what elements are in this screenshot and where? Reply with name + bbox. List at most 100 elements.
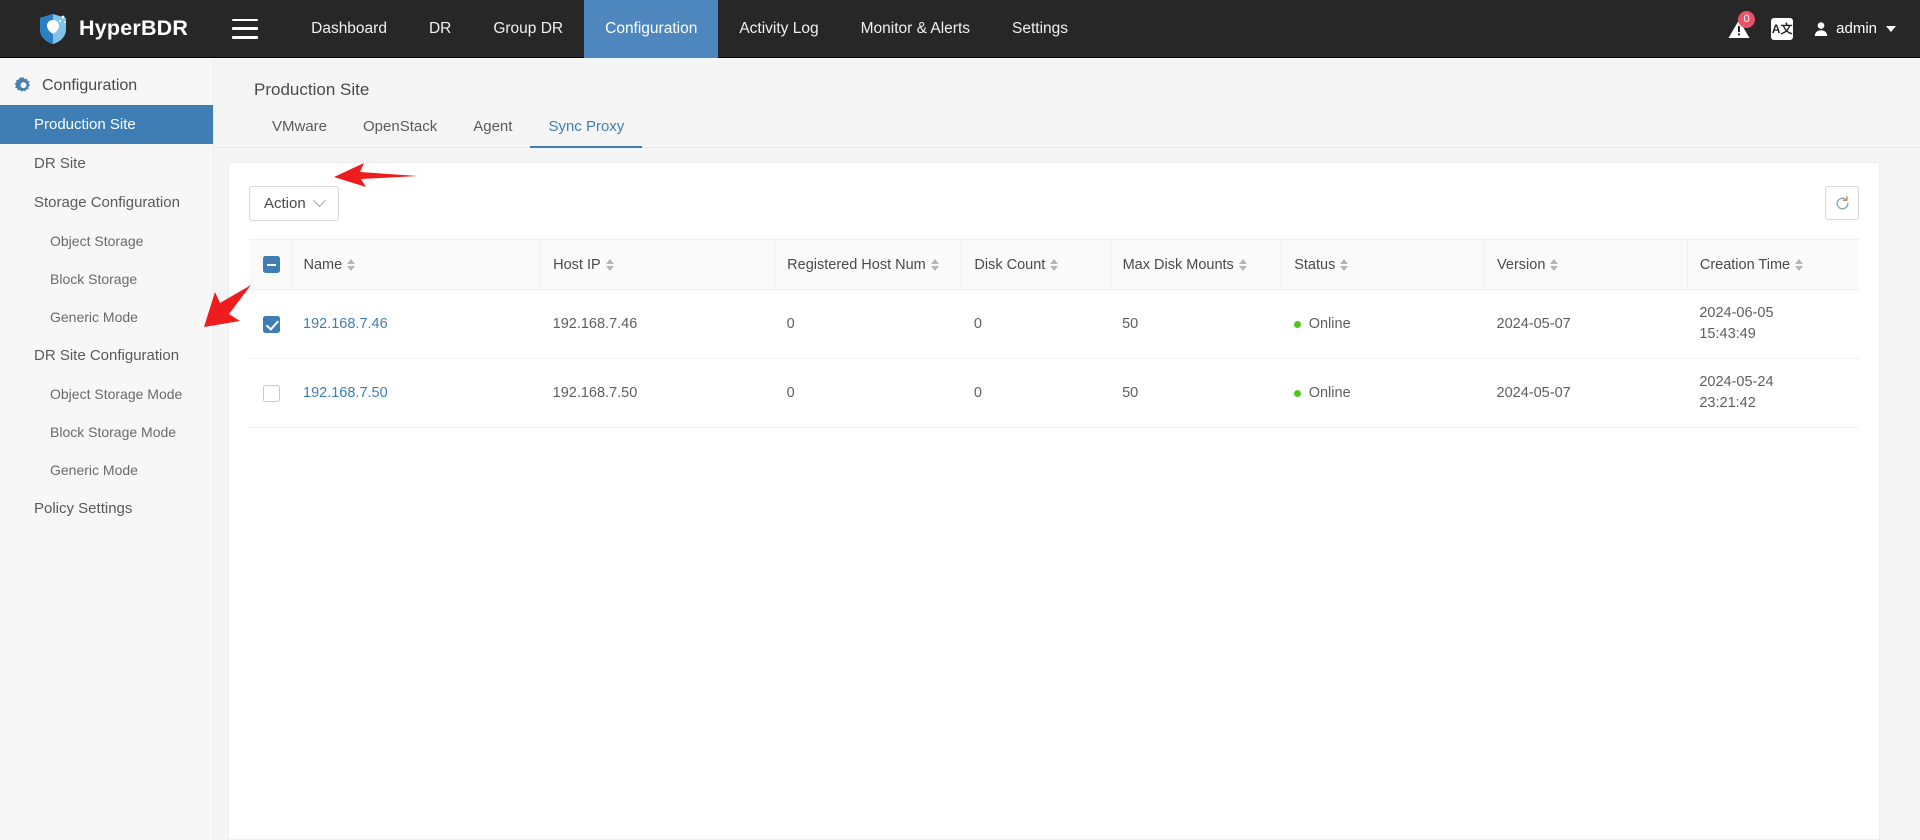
cell-version: 2024-05-07 xyxy=(1484,289,1688,360)
column-header-version[interactable]: Version xyxy=(1484,239,1688,290)
sort-toggle-icon[interactable] xyxy=(1550,258,1559,271)
sort-toggle-icon[interactable] xyxy=(1050,258,1059,271)
creation-clock-time: 23:21:42 xyxy=(1699,395,1756,412)
table-row[interactable]: 192.168.7.46 192.168.7.46 0 0 50 Online 2024-0… xyxy=(249,289,1859,360)
cell-status: Online xyxy=(1281,358,1485,429)
sidebar-item-dr-site[interactable]: DR Site xyxy=(0,144,213,183)
creation-date: 2024-05-24 xyxy=(1699,374,1774,391)
column-header-name[interactable]: Name xyxy=(291,239,542,290)
column-header-creation-time[interactable]: Creation Time xyxy=(1687,239,1859,290)
column-header-max-disk-mounts[interactable]: Max Disk Mounts xyxy=(1110,239,1283,290)
refresh-reload-icon xyxy=(1836,195,1848,210)
brand-logo-area[interactable]: HyperBDR xyxy=(0,0,218,57)
column-header-label: Host IP xyxy=(553,256,601,273)
status-label: Online xyxy=(1308,385,1351,402)
status-label: Online xyxy=(1308,316,1351,333)
column-header-label: Creation Time xyxy=(1699,256,1791,273)
sidebar-item-storage-configuration[interactable]: Storage Configuration xyxy=(0,183,213,222)
cell-disk-count-value: 0 xyxy=(973,316,982,333)
sort-toggle-icon[interactable] xyxy=(930,258,939,271)
hamburger-menu-icon[interactable] xyxy=(232,18,259,39)
main-content: Production Site VMware OpenStack Agent Sync… xyxy=(214,58,1920,840)
cell-max-disk-mounts: 50 xyxy=(1110,358,1282,429)
row-checkbox[interactable] xyxy=(263,384,280,402)
brand-name: HyperBDR xyxy=(79,16,189,40)
user-name-label: admin xyxy=(1836,20,1877,37)
row-checkbox[interactable] xyxy=(263,315,280,333)
table-body: 192.168.7.46 192.168.7.46 0 0 50 Online 2024-0… xyxy=(249,289,1859,429)
sort-toggle-icon[interactable] xyxy=(605,258,614,271)
column-header-status[interactable]: Status xyxy=(1281,239,1486,290)
chevron-down-icon xyxy=(1886,25,1896,32)
page-title: Production Site xyxy=(254,80,370,99)
tab-sync-proxy[interactable]: Sync Proxy xyxy=(530,112,643,148)
cell-status: Online xyxy=(1281,289,1485,360)
sort-toggle-icon[interactable] xyxy=(347,258,356,271)
sidebar-item-block-storage-mode[interactable]: Block Storage Mode xyxy=(0,413,213,451)
column-header-disk-count[interactable]: Disk Count xyxy=(961,239,1111,290)
nav-item-monitor-alerts[interactable]: Monitor & Alerts xyxy=(840,0,991,58)
cell-registered-host-num: 0 xyxy=(774,358,962,429)
column-header-label: Status xyxy=(1294,256,1336,273)
status-badge: Online xyxy=(1293,316,1473,333)
cell-version-value: 2024-05-07 xyxy=(1496,316,1571,333)
sidebar-item-object-storage[interactable]: Object Storage xyxy=(0,222,213,260)
language-translate-icon[interactable]: A文 xyxy=(1771,17,1794,40)
action-button-label: Action xyxy=(264,194,306,212)
user-menu[interactable]: admin xyxy=(1813,20,1896,37)
cell-host-ip-value: 192.168.7.50 xyxy=(552,385,638,402)
alert-count-badge: 0 xyxy=(1738,10,1756,28)
cell-name-value[interactable]: 192.168.7.46 xyxy=(303,316,388,332)
column-header-label: Max Disk Mounts xyxy=(1122,256,1234,273)
nav-item-configuration[interactable]: Configuration xyxy=(584,0,719,58)
nav-item-group-dr[interactable]: Group DR xyxy=(472,0,584,58)
cell-registered-host-num-value: 0 xyxy=(786,385,795,402)
column-header-label: Registered Host Num xyxy=(787,256,926,273)
column-header-label: Disk Count xyxy=(974,256,1046,273)
gear-configuration-icon xyxy=(14,77,31,92)
top-navigation-right: 0 A文 admin xyxy=(1727,10,1920,41)
sidebar-item-generic-mode[interactable]: Generic Mode xyxy=(0,451,213,489)
sidebar-item-generic-mode[interactable]: Generic Mode xyxy=(0,298,213,336)
cell-host-ip: 192.168.7.46 xyxy=(540,289,775,360)
sync-proxy-table: Name Host IP Registered Host Num Disk Count… xyxy=(249,239,1859,429)
sidebar-header-label: Configuration xyxy=(42,76,138,94)
sidebar-item-block-storage[interactable]: Block Storage xyxy=(0,260,213,298)
nav-item-settings[interactable]: Settings xyxy=(991,0,1089,58)
sidebar-header: Configuration xyxy=(0,68,213,105)
cell-version: 2024-05-07 xyxy=(1484,358,1688,429)
tab-agent[interactable]: Agent xyxy=(455,112,530,148)
status-dot-icon xyxy=(1293,320,1301,328)
sidebar-item-list: Production Site DR Site Storage Configurat… xyxy=(0,105,213,528)
nav-item-dashboard[interactable]: Dashboard xyxy=(290,0,408,58)
tab-openstack[interactable]: OpenStack xyxy=(345,112,455,148)
sidebar-item-policy-settings[interactable]: Policy Settings xyxy=(0,489,213,528)
table-row[interactable]: 192.168.7.50 192.168.7.50 0 0 50 Online 2024-0… xyxy=(249,358,1859,429)
sidebar-item-object-storage-mode[interactable]: Object Storage Mode xyxy=(0,375,213,413)
refresh-button[interactable] xyxy=(1825,186,1859,220)
cell-max-disk-mounts-value: 50 xyxy=(1122,316,1139,333)
nav-item-activity-log[interactable]: Activity Log xyxy=(718,0,839,58)
row-select-cell xyxy=(249,358,291,429)
top-navigation-bar: HyperBDR Dashboard DR Group DR Configuratio… xyxy=(0,0,1920,58)
column-header-host-ip[interactable]: Host IP xyxy=(540,239,776,290)
action-dropdown-button[interactable]: Action xyxy=(249,185,339,221)
sidebar-item-production-site[interactable]: Production Site xyxy=(0,105,213,144)
table-toolbar: Action xyxy=(249,181,1859,225)
cell-creation-time: 2024-06-05 15:43:49 xyxy=(1687,289,1859,360)
nav-item-dr[interactable]: DR xyxy=(408,0,472,58)
row-select-cell xyxy=(249,289,291,360)
column-header-registered-host-num[interactable]: Registered Host Num xyxy=(774,239,963,290)
select-all-checkbox[interactable] xyxy=(263,256,280,273)
sort-toggle-icon[interactable] xyxy=(1795,258,1804,271)
cell-disk-count-value: 0 xyxy=(973,385,982,402)
cell-name-value[interactable]: 192.168.7.50 xyxy=(303,385,388,401)
tab-bar: VMware OpenStack Agent Sync Proxy xyxy=(214,112,1920,148)
cell-host-ip-value: 192.168.7.46 xyxy=(552,316,638,333)
sort-toggle-icon[interactable] xyxy=(1238,258,1247,271)
sort-toggle-icon[interactable] xyxy=(1340,258,1349,271)
warning-alert-icon[interactable]: 0 xyxy=(1727,10,1756,41)
table-header-row: Name Host IP Registered Host Num Disk Count… xyxy=(249,239,1859,290)
sidebar-item-dr-site-configuration[interactable]: DR Site Configuration xyxy=(0,336,213,375)
tab-vmware[interactable]: VMware xyxy=(254,112,345,148)
